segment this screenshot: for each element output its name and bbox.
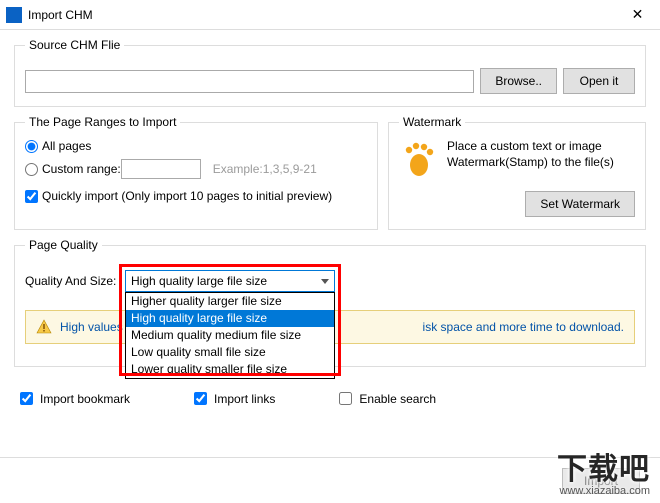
quality-select[interactable]: High quality large file size: [125, 270, 335, 292]
watermark-group: Watermark Place a custom text or image W…: [388, 115, 646, 230]
import-button[interactable]: Import: [562, 468, 640, 494]
quality-and-size-label: Quality And Size:: [25, 274, 125, 288]
enable-search-option[interactable]: Enable search: [335, 389, 436, 408]
quality-option[interactable]: Higher quality larger file size: [126, 293, 334, 310]
watermark-legend: Watermark: [399, 115, 465, 129]
quality-option[interactable]: High quality large file size: [126, 310, 334, 327]
page-quality-group: Page Quality Quality And Size: High qual…: [14, 238, 646, 367]
import-bookmark-label: Import bookmark: [40, 392, 130, 406]
enable-search-label: Enable search: [359, 392, 436, 406]
quality-option[interactable]: Lower quality smaller file size: [126, 361, 334, 378]
footprint-icon: [399, 139, 439, 179]
app-icon: [6, 7, 22, 23]
page-ranges-legend: The Page Ranges to Import: [25, 115, 180, 129]
notice-text-left: High values p: [60, 320, 133, 334]
notice-text-right: isk space and more time to download.: [423, 320, 624, 334]
quality-select-value: High quality large file size: [131, 274, 267, 288]
options-row: Import bookmark Import links Enable sear…: [14, 375, 646, 422]
window-title: Import CHM: [28, 8, 615, 22]
all-pages-radio[interactable]: [25, 140, 38, 153]
page-ranges-group: The Page Ranges to Import All pages Cust…: [14, 115, 378, 230]
close-button[interactable]: ✕: [615, 0, 660, 30]
import-links-checkbox[interactable]: [194, 392, 207, 405]
import-links-option[interactable]: Import links: [190, 389, 275, 408]
custom-range-label: Custom range:: [42, 162, 121, 176]
custom-range-radio[interactable]: [25, 163, 38, 176]
watermark-text: Place a custom text or image Watermark(S…: [447, 139, 635, 179]
source-legend: Source CHM Flie: [25, 38, 124, 52]
quick-import-checkbox[interactable]: [25, 190, 38, 203]
enable-search-checkbox[interactable]: [339, 392, 352, 405]
quality-dropdown: Higher quality larger file size High qua…: [125, 292, 335, 379]
custom-range-input[interactable]: [121, 159, 201, 179]
quality-option[interactable]: Low quality small file size: [126, 344, 334, 361]
quick-import-label: Quickly import (Only import 10 pages to …: [42, 189, 332, 203]
import-links-label: Import links: [214, 392, 275, 406]
open-button[interactable]: Open it: [563, 68, 635, 94]
import-bookmark-checkbox[interactable]: [20, 392, 33, 405]
browse-button[interactable]: Browse..: [480, 68, 557, 94]
title-bar: Import CHM ✕: [0, 0, 660, 30]
warning-icon: [36, 319, 52, 335]
source-group: Source CHM Flie Browse.. Open it: [14, 38, 646, 107]
import-bookmark-option[interactable]: Import bookmark: [16, 389, 130, 408]
quality-option[interactable]: Medium quality medium file size: [126, 327, 334, 344]
source-path-input[interactable]: [25, 70, 474, 93]
all-pages-label: All pages: [42, 139, 91, 153]
set-watermark-button[interactable]: Set Watermark: [525, 191, 635, 217]
page-quality-legend: Page Quality: [25, 238, 102, 252]
custom-range-example: Example:1,3,5,9-21: [213, 162, 317, 176]
footer-bar: Import: [0, 457, 660, 503]
